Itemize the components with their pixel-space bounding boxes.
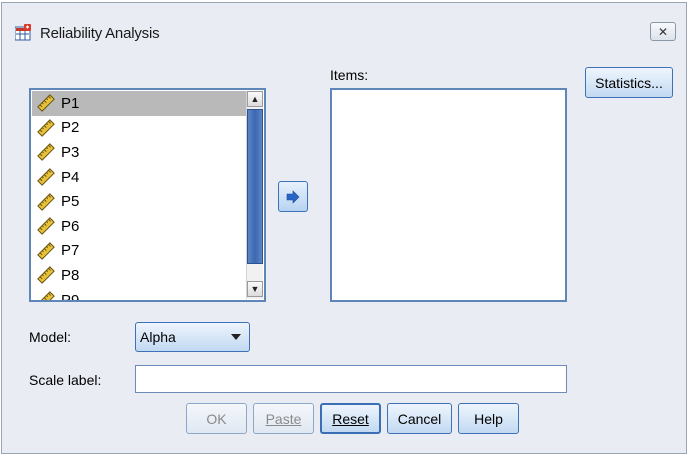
ruler-icon — [37, 143, 55, 162]
spss-app-icon — [15, 24, 31, 41]
help-button[interactable]: Help — [458, 403, 519, 434]
paste-button[interactable]: Paste — [253, 403, 314, 434]
arrow-right-icon — [286, 189, 300, 204]
variable-item-label: P3 — [61, 143, 80, 161]
ruler-icon — [37, 217, 55, 236]
variable-item-p5[interactable]: P5 — [32, 189, 246, 214]
variable-item-label: P9 — [61, 291, 80, 302]
variable-item-label: P6 — [61, 217, 80, 235]
scroll-up-button[interactable]: ▲ — [247, 91, 263, 107]
reset-button[interactable]: Reset — [320, 403, 381, 434]
variable-item-p8[interactable]: P8 — [32, 263, 246, 288]
move-to-items-button[interactable] — [278, 181, 308, 212]
variable-item-p9[interactable]: P9 — [32, 288, 246, 302]
cancel-button-label: Cancel — [397, 410, 442, 427]
dropdown-caret-icon — [231, 334, 241, 340]
variable-item-label: P4 — [61, 168, 80, 186]
help-button-label: Help — [474, 410, 503, 427]
variable-item-p6[interactable]: P6 — [32, 214, 246, 239]
variables-list-items: P1 P2 P3 P4 P5 P6 P7 P8 P9 — [32, 91, 246, 302]
variable-item-p2[interactable]: P2 — [32, 116, 246, 141]
ruler-icon — [37, 291, 55, 300]
variable-item-label: P7 — [61, 242, 80, 260]
ruler-icon — [37, 266, 55, 285]
variable-item-p3[interactable]: P3 — [32, 140, 246, 165]
statistics-button-label: Statistics... — [595, 74, 663, 91]
ruler-icon — [37, 242, 55, 260]
scroll-down-button[interactable]: ▼ — [247, 281, 263, 297]
ok-button[interactable]: OK — [186, 403, 247, 434]
cancel-button[interactable]: Cancel — [387, 403, 452, 434]
ruler-icon — [37, 192, 55, 211]
scale-label-label: Scale label: — [29, 372, 102, 388]
scroll-thumb[interactable] — [247, 109, 263, 264]
title-bar: Reliability Analysis ✕ — [2, 3, 686, 55]
variables-scrollbar[interactable]: ▲ ▼ — [246, 91, 263, 299]
scale-label-input[interactable] — [135, 365, 567, 393]
variable-item-label: P8 — [61, 266, 80, 284]
close-button[interactable]: ✕ — [650, 22, 676, 41]
variable-item-label: P2 — [61, 119, 80, 137]
window-title: Reliability Analysis — [40, 25, 160, 42]
paste-button-label: Paste — [265, 410, 302, 427]
model-dropdown[interactable]: Alpha — [135, 322, 250, 352]
statistics-button[interactable]: Statistics... — [585, 67, 673, 98]
chevron-down-icon: ▼ — [250, 284, 260, 294]
reliability-analysis-dialog: Reliability Analysis ✕ P1 P2 P3 P4 P5 P6 P7 P8 P… — [1, 2, 687, 454]
model-label: Model: — [29, 329, 72, 345]
variable-item-p7[interactable]: P7 — [32, 239, 246, 264]
model-dropdown-value: Alpha — [140, 329, 176, 345]
variable-item-label: P1 — [61, 94, 80, 112]
ok-button-label: OK — [206, 410, 227, 427]
chevron-up-icon: ▲ — [250, 94, 260, 104]
reset-button-label: Reset — [332, 410, 369, 427]
items-label: Items: — [330, 67, 369, 83]
ruler-icon — [37, 94, 55, 113]
variable-item-p1[interactable]: P1 — [32, 91, 246, 116]
variable-item-p4[interactable]: P4 — [32, 165, 246, 190]
ruler-icon — [37, 119, 55, 137]
close-icon: ✕ — [657, 24, 669, 39]
ruler-icon — [37, 168, 55, 186]
items-list[interactable] — [330, 88, 567, 302]
variable-item-label: P5 — [61, 193, 80, 211]
variables-list[interactable]: P1 P2 P3 P4 P5 P6 P7 P8 P9 ▲ ▼ — [29, 88, 266, 302]
